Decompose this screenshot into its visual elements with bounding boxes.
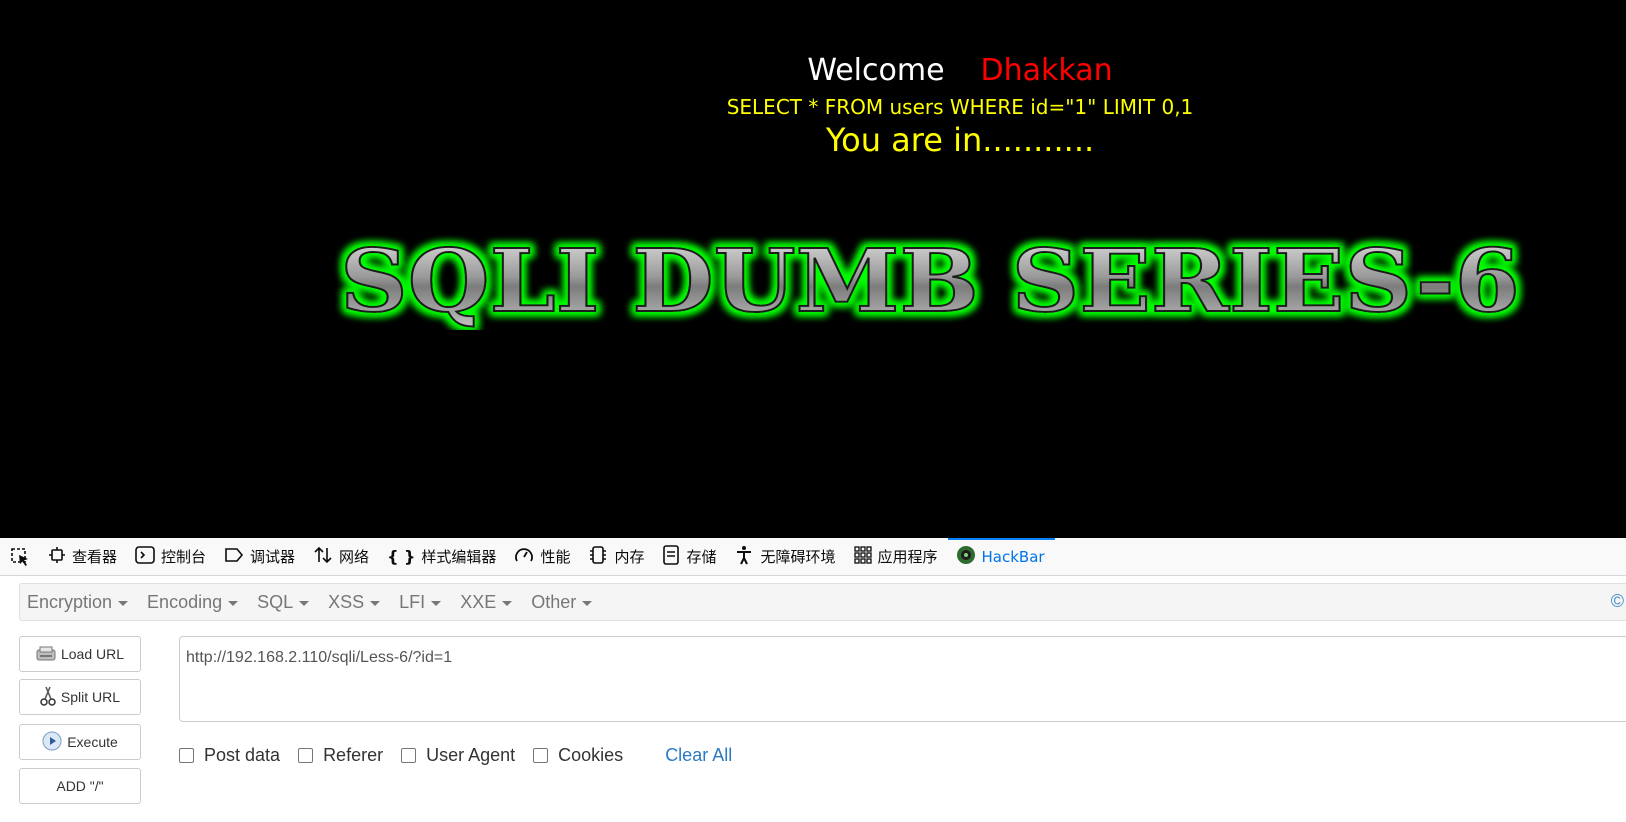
tab-label: 性能 [540, 548, 571, 566]
menu-label: Encoding [147, 591, 223, 612]
tab-label: HackBar [981, 547, 1045, 566]
referer-option[interactable]: Referer [298, 745, 383, 766]
tab-network[interactable]: 网络 [305, 538, 379, 576]
devtools-panel: 查看器 控制台 调试器 网络 { } 样式编辑器 性能 内存 存储 无障碍环境 … [0, 537, 1626, 822]
menu-other[interactable]: Other [524, 592, 604, 613]
menu-xxe[interactable]: XXE [453, 592, 524, 613]
welcome-text: Welcome [807, 53, 945, 88]
debugger-icon [224, 547, 244, 567]
welcome-line: Welcome Dhakkan [0, 53, 1626, 88]
button-label: Split URL [60, 689, 121, 705]
tab-label: 网络 [339, 548, 370, 566]
caret-down-icon [228, 600, 239, 606]
menu-sql[interactable]: SQL [250, 592, 321, 613]
menu-label: Encryption [27, 591, 113, 612]
tab-label: 控制台 [161, 548, 207, 566]
menu-encoding[interactable]: Encoding [140, 592, 250, 613]
tab-performance[interactable]: 性能 [506, 538, 580, 576]
tab-storage[interactable]: 存储 [654, 538, 726, 576]
tab-label: 查看器 [72, 548, 118, 566]
banner-text: SQLI DUMB SERIES-6 [340, 235, 1520, 330]
application-icon [853, 545, 872, 568]
menu-xss[interactable]: XSS [321, 592, 392, 613]
button-label: Load URL [60, 646, 125, 662]
menu-label: Other [531, 591, 577, 612]
tab-inspector[interactable]: 查看器 [40, 538, 127, 576]
caret-down-icon [582, 600, 593, 606]
page-viewport: Welcome Dhakkan SELECT * FROM users WHERE… [0, 0, 1626, 538]
hackbar-menu: Encryption Encoding SQL XSS LFI XXE Othe… [19, 583, 1626, 621]
button-label: ADD "/" [56, 778, 104, 794]
tab-label: 样式编辑器 [421, 548, 497, 566]
menu-label: XXE [460, 591, 497, 612]
tab-label: 无障碍环境 [760, 548, 836, 566]
network-icon [313, 546, 333, 568]
clear-all-link[interactable]: Clear All [665, 745, 732, 766]
element-picker-icon[interactable] [0, 538, 40, 576]
tab-hackbar[interactable]: HackBar [947, 537, 1055, 576]
menu-label: LFI [399, 591, 426, 612]
load-url-icon [36, 645, 56, 664]
hackbar-icon [956, 545, 976, 569]
copyright-mark[interactable]: © [1611, 591, 1624, 612]
post-data-checkbox[interactable] [179, 747, 194, 763]
tab-debugger[interactable]: 调试器 [216, 538, 305, 576]
menu-lfi[interactable]: LFI [392, 592, 453, 613]
tab-console[interactable]: 控制台 [127, 538, 216, 576]
load-url-button[interactable]: Load URL [19, 636, 141, 672]
inspector-icon [48, 546, 66, 568]
user-agent-option[interactable]: User Agent [401, 745, 515, 766]
user-agent-checkbox[interactable] [401, 747, 417, 763]
sqli-banner-image: SQLI DUMB SERIES-6 [339, 235, 1521, 330]
split-url-button[interactable]: Split URL [19, 679, 141, 715]
tab-application[interactable]: 应用程序 [846, 538, 948, 576]
menu-encryption[interactable]: Encryption [20, 592, 140, 613]
option-label: Cookies [558, 744, 624, 765]
url-input[interactable]: http://192.168.2.110/sqli/Less-6/?id=1 [179, 636, 1626, 722]
referer-checkbox[interactable] [298, 747, 314, 763]
tab-style-editor[interactable]: { } 样式编辑器 [379, 538, 506, 576]
tab-label: 存储 [686, 548, 717, 566]
status-message: You are in........... [825, 121, 1095, 159]
console-icon [135, 545, 155, 568]
option-label: Referer [323, 744, 384, 765]
sql-query-text: SELECT * FROM users WHERE id="1" LIMIT 0… [726, 95, 1194, 119]
caret-down-icon [118, 600, 129, 606]
request-options: Post data Referer User Agent Cookies Cle… [179, 741, 732, 769]
play-icon [42, 731, 62, 754]
tab-label: 内存 [614, 548, 645, 566]
cookies-checkbox[interactable] [533, 747, 549, 763]
scissors-icon [40, 686, 56, 709]
add-slash-button[interactable]: ADD "/" [19, 768, 141, 804]
caret-down-icon [502, 600, 513, 606]
caret-down-icon [370, 600, 381, 606]
post-data-option[interactable]: Post data [179, 745, 280, 766]
tab-label: 应用程序 [877, 548, 938, 566]
accessibility-icon [734, 545, 754, 569]
tab-accessibility[interactable]: 无障碍环境 [726, 538, 845, 576]
execute-button[interactable]: Execute [19, 724, 141, 760]
menu-label: XSS [328, 591, 365, 612]
style-editor-icon: { } [387, 547, 416, 566]
button-label: Execute [67, 734, 118, 750]
option-label: Post data [204, 744, 281, 765]
devtools-tabbar: 查看器 控制台 调试器 网络 { } 样式编辑器 性能 内存 存储 无障碍环境 … [0, 537, 1626, 576]
menu-label: SQL [257, 591, 294, 612]
storage-icon [662, 544, 680, 569]
user-name: Dhakkan [980, 53, 1113, 88]
tab-memory[interactable]: 内存 [580, 538, 654, 576]
tab-label: 调试器 [250, 548, 296, 566]
memory-icon [588, 545, 608, 569]
option-label: User Agent [426, 744, 516, 765]
cookies-option[interactable]: Cookies [533, 745, 623, 766]
caret-down-icon [431, 600, 442, 606]
performance-icon [514, 546, 534, 568]
caret-down-icon [299, 600, 310, 606]
